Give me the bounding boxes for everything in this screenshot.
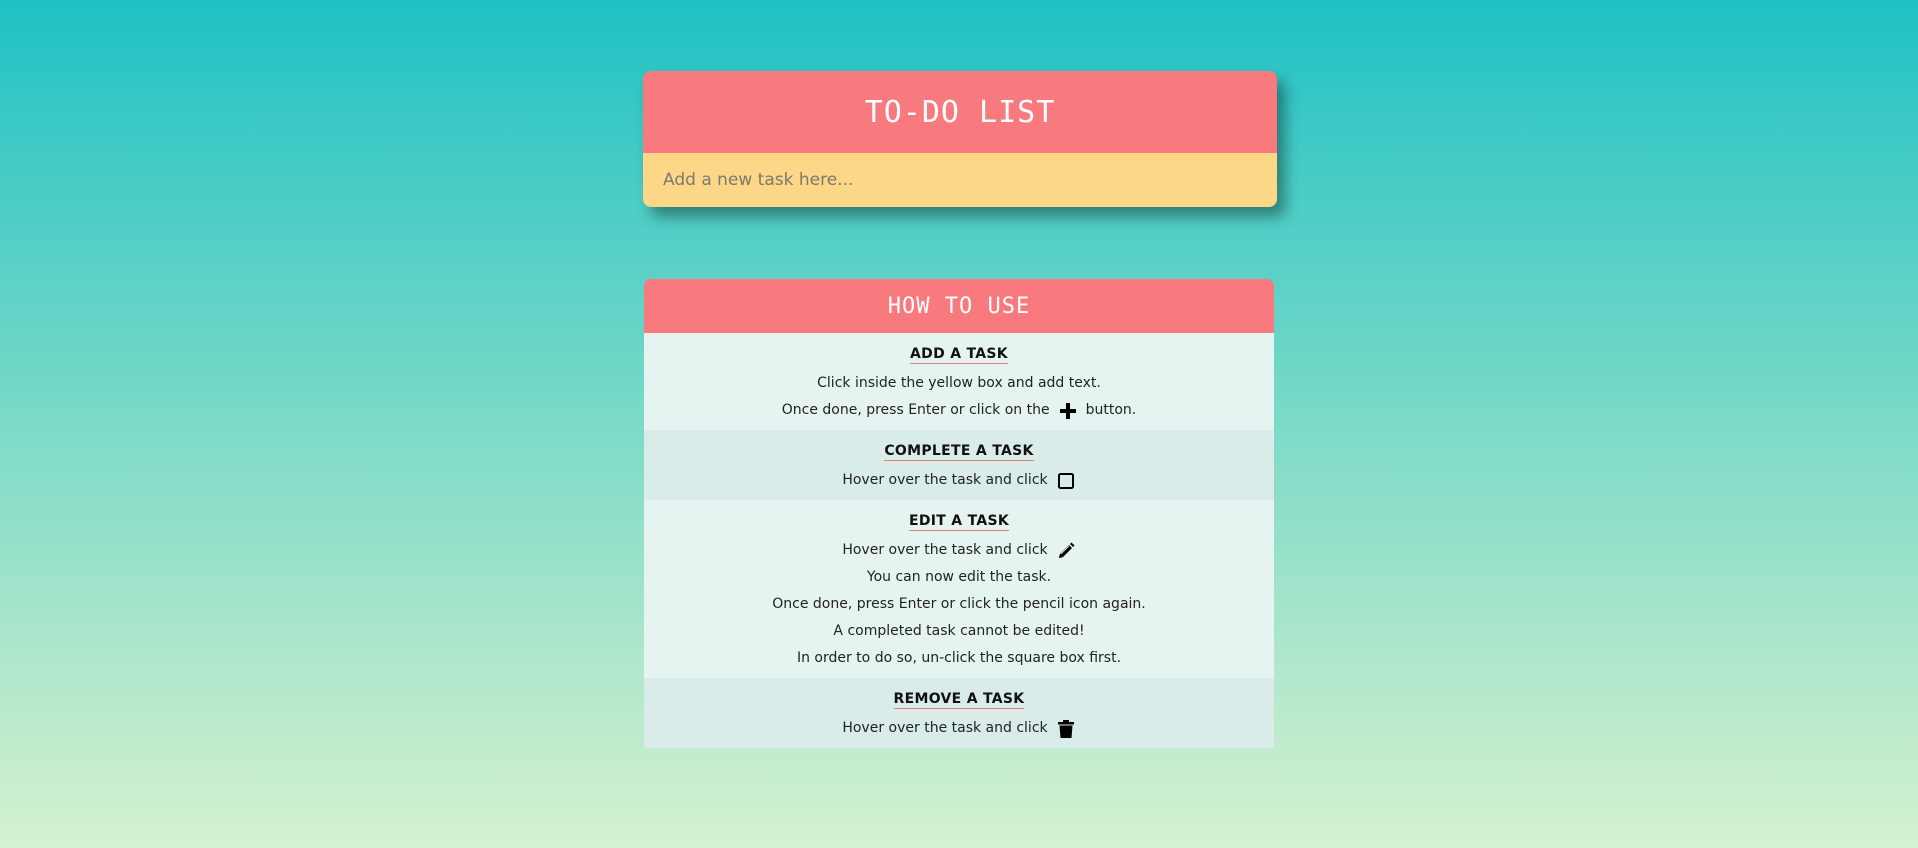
instruction-text: Hover over the task and click	[842, 472, 1048, 488]
instruction-line: Once done, press Enter or click the penc…	[644, 591, 1274, 618]
section-title: EDIT A TASK	[908, 513, 1010, 531]
instruction-line: A completed task cannot be edited!	[644, 618, 1274, 645]
instruction-text: A completed task cannot be edited!	[833, 623, 1085, 639]
section-remove-task: REMOVE A TASK Hover over the task and cl…	[644, 678, 1274, 748]
how-to-use-header: HOW TO USE	[644, 279, 1274, 333]
new-task-input[interactable]	[643, 153, 1277, 207]
square-checkbox-icon	[1056, 471, 1076, 491]
section-title: REMOVE A TASK	[893, 691, 1025, 709]
task-input-row	[643, 153, 1277, 207]
instruction-text: Once done, press Enter or click on the	[781, 402, 1050, 418]
instruction-line: In order to do so, un-click the square b…	[644, 645, 1274, 672]
instruction-text: Once done, press Enter or click the penc…	[772, 596, 1146, 612]
trash-icon	[1056, 719, 1076, 739]
todo-header: TO-DO LIST	[643, 71, 1277, 153]
instruction-text: Click inside the yellow box and add text…	[817, 375, 1101, 391]
instruction-line: Hover over the task and click	[644, 715, 1274, 742]
section-add-task: ADD A TASK Click inside the yellow box a…	[644, 333, 1274, 430]
plus-icon	[1058, 401, 1078, 421]
section-complete-task: COMPLETE A TASK Hover over the task and …	[644, 430, 1274, 500]
instruction-text: Hover over the task and click	[842, 720, 1048, 736]
instruction-text: Hover over the task and click	[842, 542, 1048, 558]
section-edit-task: EDIT A TASK Hover over the task and clic…	[644, 500, 1274, 678]
pencil-icon	[1056, 541, 1076, 561]
instruction-line: You can now edit the task.	[644, 564, 1274, 591]
instruction-text: You can now edit the task.	[866, 569, 1052, 585]
instruction-line: Hover over the task and click	[644, 537, 1274, 564]
how-to-use-card: HOW TO USE ADD A TASK Click inside the y…	[644, 279, 1274, 748]
instruction-line: Hover over the task and click	[644, 467, 1274, 494]
section-title: COMPLETE A TASK	[884, 443, 1034, 461]
todo-card: TO-DO LIST	[643, 71, 1277, 207]
section-title: ADD A TASK	[910, 346, 1008, 364]
todo-title: TO-DO LIST	[864, 94, 1056, 130]
how-to-use-title: HOW TO USE	[887, 293, 1031, 319]
instruction-line: Once done, press Enter or click on the b…	[644, 397, 1274, 424]
instruction-line: Click inside the yellow box and add text…	[644, 370, 1274, 397]
instruction-text: button.	[1085, 402, 1137, 418]
instruction-text: In order to do so, un-click the square b…	[796, 650, 1122, 666]
